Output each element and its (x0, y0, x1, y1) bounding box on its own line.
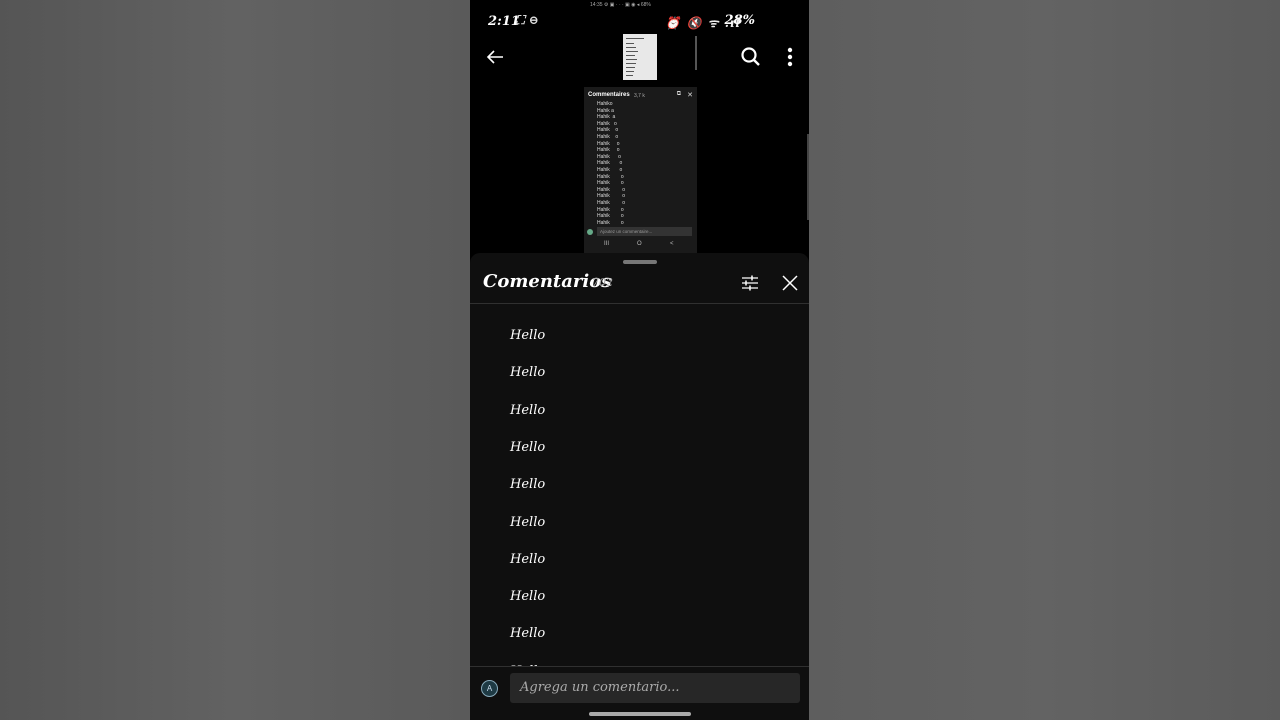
mini-comment-item: Hahik o (597, 206, 624, 213)
comment-item[interactable]: Hello (510, 626, 545, 641)
mini-comment-item: Hahik o (597, 153, 621, 160)
home-indicator[interactable] (589, 712, 691, 716)
background-left (0, 0, 470, 720)
mini-comment-item: Hahik o (597, 193, 626, 200)
mini-comment-item: Hahik o (597, 173, 624, 180)
mini-filter-icon: ⧉ (676, 91, 681, 97)
comment-item[interactable]: Hello (510, 589, 545, 604)
mini-comment-item: Hahik o (597, 147, 620, 154)
comment-item[interactable]: Hello (510, 440, 545, 455)
mini-comments-title: Commentaires (588, 92, 630, 98)
mini-nav-back: < (670, 241, 674, 247)
close-comments-button[interactable] (781, 274, 799, 292)
mini-comment-item: Hahik o (597, 120, 617, 127)
mini-comment-item: Hahik o (597, 160, 623, 167)
mini-comments-preview: Commentaires 3,7 k ⧉ ✕ Hahiko Hahik a Hahi… (584, 87, 697, 253)
comment-item[interactable]: Hello (510, 477, 545, 492)
more-options-button[interactable] (779, 44, 801, 70)
mini-comment-item: Hahik o (597, 199, 626, 206)
input-divider (470, 666, 809, 667)
arrow-left-icon (486, 50, 503, 64)
mini-comment-list: Hahiko Hahik a Hahik a Hahik o Hahik o Hahik … (597, 101, 692, 226)
video-thumbnail (623, 34, 657, 80)
close-icon (782, 275, 798, 291)
mini-comment-item: Hahik o (597, 186, 626, 193)
status-bar: 2:11 ⛶ ⊖ ⏰ 🔇 ᯤ .ıl 28% (470, 10, 809, 34)
mini-nav-recent: III (604, 241, 610, 247)
comment-item[interactable]: Hello (510, 515, 545, 530)
comments-sheet: Comentarios 702 Hello Hello Hello Hello Hell… (470, 253, 809, 720)
mini-comment-item: Hahik o (597, 213, 624, 220)
mini-comment-item: Hahik o (597, 219, 624, 226)
mini-comment-item: Hahik o (597, 180, 624, 187)
back-button[interactable] (482, 44, 508, 70)
mini-comment-item: Hahik o (597, 127, 619, 134)
mini-status-bar: 14:35 ⚙ ▣ · · · ▣ ◉ ◂ 68% (590, 2, 651, 8)
comment-item[interactable]: Hello (510, 552, 545, 567)
mini-comments-count: 3,7 k (634, 93, 645, 99)
mini-comment-item: Hahik a (597, 107, 614, 114)
mini-comment-item: Hahiko (597, 101, 613, 107)
search-button[interactable] (738, 44, 764, 70)
mini-close-icon: ✕ (687, 92, 693, 99)
status-left-icons: ⛶ ⊖ (516, 13, 539, 27)
more-vert-icon (787, 47, 793, 67)
edge-panel-handle[interactable] (807, 134, 809, 220)
comment-list[interactable]: Hello Hello Hello Hello Hello Hello Hello Hello… (470, 304, 809, 666)
search-icon (741, 47, 760, 66)
comments-count: 702 (592, 276, 613, 289)
video-progress-divider (695, 36, 697, 70)
sheet-drag-handle[interactable] (623, 260, 657, 264)
sort-filter-button[interactable] (740, 274, 760, 292)
background-right (809, 0, 1280, 720)
tune-icon (742, 275, 758, 291)
battery-percent: 28% (724, 13, 755, 28)
mini-comment-item: Hahik a (597, 114, 616, 121)
mini-avatar (587, 229, 593, 235)
phone-screen: 2:11 ⛶ ⊖ ⏰ 🔇 ᯤ .ıl 28% 14:35 ⚙ ▣ · · · ▣… (470, 0, 809, 720)
comment-input[interactable]: Agrega un comentario... (510, 673, 800, 703)
comment-item[interactable]: Hello (510, 403, 545, 418)
comment-item[interactable]: Hello (510, 328, 545, 343)
mini-comment-item: Hahik o (597, 140, 620, 147)
mini-comment-item: Hahik o (597, 133, 619, 140)
comment-item[interactable]: Hello (510, 365, 545, 380)
avatar[interactable]: A (481, 680, 498, 697)
mini-nav-home: O (637, 241, 642, 247)
mini-nav-bar: III O < (584, 241, 697, 251)
mini-comment-item: Hahik o (597, 166, 623, 173)
mini-comment-input: Ajoutez un commentaire... (597, 227, 692, 236)
